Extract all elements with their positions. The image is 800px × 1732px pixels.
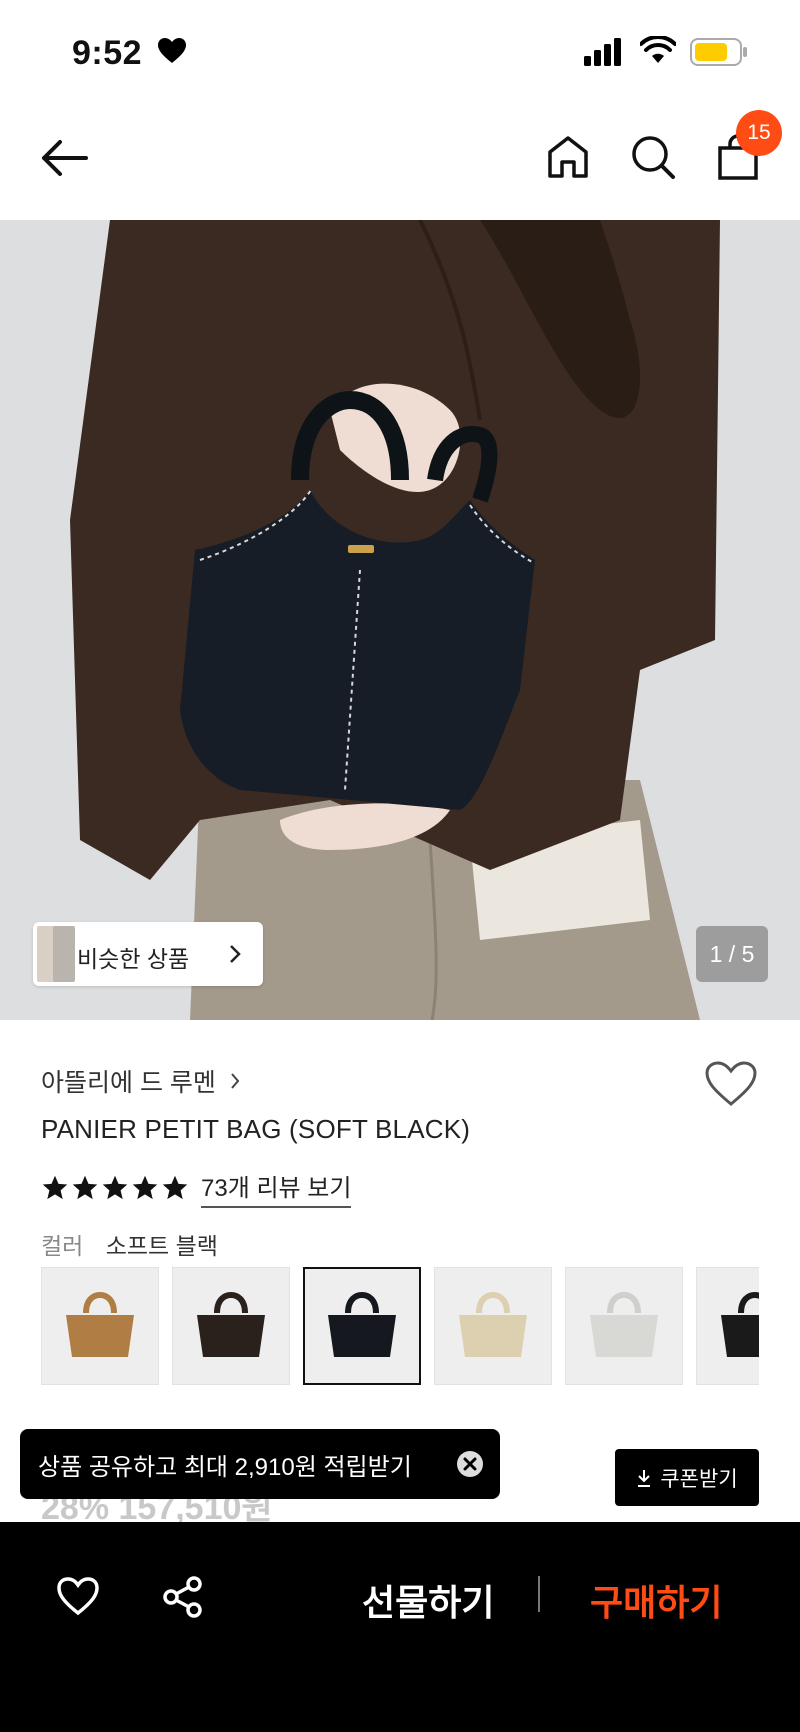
star-icon bbox=[72, 1175, 98, 1200]
download-icon bbox=[638, 1469, 651, 1487]
rating-row: 73개 리뷰 보기 bbox=[41, 1168, 352, 1208]
heart-icon[interactable] bbox=[56, 1576, 100, 1616]
product-name: PANIER PETIT BAG (SOFT BLACK) bbox=[41, 1114, 471, 1144]
battery-icon bbox=[690, 38, 747, 66]
similar-products-button[interactable]: 비슷한 상품 bbox=[33, 922, 263, 986]
color-swatch-list bbox=[41, 1267, 759, 1385]
status-bar: 9:52 bbox=[0, 0, 800, 100]
color-value: 소프트 블랙 bbox=[105, 1233, 218, 1259]
bag-thumbnail bbox=[197, 1291, 265, 1357]
home-icon[interactable] bbox=[546, 134, 590, 180]
color-selection-label: 컬러 소프트 블랙 bbox=[41, 1227, 218, 1261]
divider bbox=[538, 1576, 540, 1612]
search-icon[interactable] bbox=[630, 134, 676, 180]
image-pager: 1 / 5 bbox=[696, 926, 768, 982]
close-icon[interactable] bbox=[456, 1450, 484, 1478]
wishlist-heart-icon[interactable] bbox=[704, 1060, 758, 1108]
signal-icon bbox=[584, 38, 621, 66]
color-swatch[interactable] bbox=[434, 1267, 552, 1385]
star-icon bbox=[162, 1175, 188, 1200]
similar-products-label: 비슷한 상품 bbox=[77, 946, 190, 972]
color-swatch[interactable] bbox=[565, 1267, 683, 1385]
bag-thumbnail bbox=[590, 1291, 658, 1357]
buy-button[interactable]: 구매하기 bbox=[590, 1574, 722, 1626]
star-icon bbox=[42, 1175, 68, 1200]
color-label: 컬러 bbox=[41, 1233, 84, 1259]
coupon-button[interactable]: 쿠폰받기 bbox=[615, 1449, 759, 1506]
product-image-carousel[interactable]: 비슷한 상품 1 / 5 bbox=[0, 220, 800, 1020]
top-nav: 15 bbox=[0, 100, 800, 220]
color-swatch[interactable] bbox=[696, 1267, 759, 1385]
similar-thumbnails bbox=[33, 922, 77, 986]
star-icon bbox=[132, 1175, 158, 1200]
heart-status-icon bbox=[158, 38, 186, 63]
bag-thumbnail bbox=[66, 1291, 134, 1357]
product-photo bbox=[0, 220, 800, 1020]
bag-thumbnail bbox=[459, 1291, 527, 1357]
status-time: 9:52 bbox=[72, 34, 143, 72]
toast-text: 상품 공유하고 최대 2,910원 적립받기 bbox=[38, 1453, 412, 1481]
bag-thumbnail bbox=[721, 1291, 759, 1357]
star-rating bbox=[41, 1174, 189, 1202]
brand-name: 아뜰리에 드 루멘 bbox=[41, 1069, 216, 1097]
chevron-right-icon bbox=[231, 1073, 240, 1089]
bag-thumbnail bbox=[328, 1291, 396, 1357]
gift-button[interactable]: 선물하기 bbox=[362, 1574, 494, 1626]
brand-link[interactable]: 아뜰리에 드 루멘 bbox=[41, 1063, 240, 1099]
back-arrow-icon[interactable] bbox=[38, 136, 90, 180]
coupon-label: 쿠폰받기 bbox=[660, 1467, 738, 1491]
share-reward-toast[interactable]: 상품 공유하고 최대 2,910원 적립받기 bbox=[20, 1429, 500, 1499]
review-link[interactable]: 73개 리뷰 보기 bbox=[201, 1168, 352, 1208]
chevron-right-icon bbox=[230, 945, 241, 963]
cart-count-badge: 15 bbox=[736, 110, 782, 156]
color-swatch-selected[interactable] bbox=[303, 1267, 421, 1385]
color-swatch[interactable] bbox=[41, 1267, 159, 1385]
star-icon bbox=[102, 1175, 128, 1200]
color-swatch[interactable] bbox=[172, 1267, 290, 1385]
bottom-action-bar: 선물하기 구매하기 bbox=[0, 1522, 800, 1732]
wifi-icon bbox=[640, 36, 676, 63]
share-icon[interactable] bbox=[162, 1576, 204, 1618]
